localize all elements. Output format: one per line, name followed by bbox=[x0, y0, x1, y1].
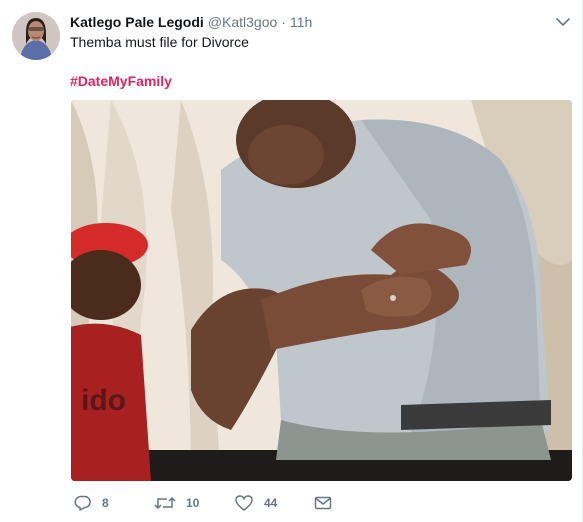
hashtag-link[interactable]: #DateMyFamily bbox=[70, 71, 172, 91]
direct-message-button[interactable] bbox=[314, 495, 332, 511]
retweet-icon bbox=[154, 494, 176, 512]
tweet-photo[interactable]: ido bbox=[71, 100, 572, 481]
like-count: 44 bbox=[264, 496, 278, 510]
avatar[interactable] bbox=[12, 12, 60, 60]
like-button[interactable]: 44 bbox=[234, 494, 314, 512]
heart-icon bbox=[234, 494, 254, 512]
tweet-text: Themba must file for Divorce bbox=[70, 34, 249, 50]
reply-button[interactable]: 8 bbox=[74, 494, 154, 512]
display-name[interactable]: Katlego Pale Legodi bbox=[70, 14, 204, 30]
tweet-timestamp[interactable]: 11h bbox=[290, 14, 312, 30]
tweet-header: Katlego Pale Legodi @Katl3goo · 11h bbox=[70, 12, 312, 32]
tweet[interactable]: Katlego Pale Legodi @Katl3goo · 11h Themba … bbox=[0, 0, 583, 522]
retweet-button[interactable]: 10 bbox=[154, 494, 234, 512]
chevron-down-icon[interactable] bbox=[556, 14, 570, 26]
reply-icon bbox=[74, 494, 92, 512]
separator-dot: · bbox=[281, 14, 286, 30]
retweet-count: 10 bbox=[186, 496, 200, 510]
tweet-actions: 8 10 44 bbox=[74, 493, 332, 513]
reply-count: 8 bbox=[102, 496, 109, 510]
envelope-icon bbox=[314, 495, 332, 511]
svg-text:ido: ido bbox=[81, 384, 126, 417]
user-handle[interactable]: @Katl3goo bbox=[208, 14, 277, 30]
